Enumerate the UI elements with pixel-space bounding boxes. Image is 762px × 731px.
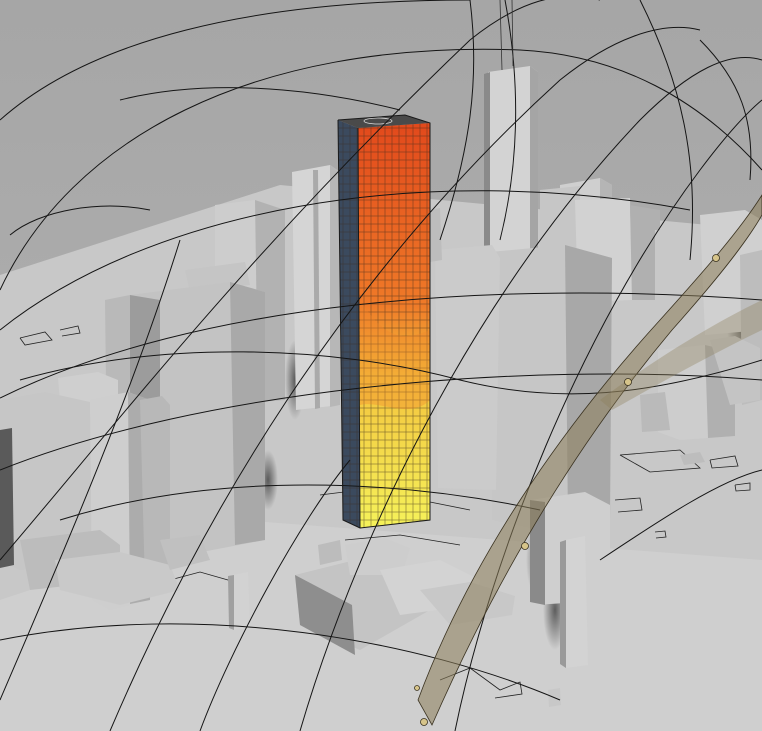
analysis-tower[interactable]	[337, 114, 431, 529]
sun-marker	[624, 378, 632, 386]
sun-marker	[712, 254, 720, 262]
3d-viewport[interactable]	[0, 0, 762, 731]
sun-marker	[521, 542, 529, 550]
sun-marker	[414, 685, 420, 691]
sun-marker	[420, 718, 428, 726]
